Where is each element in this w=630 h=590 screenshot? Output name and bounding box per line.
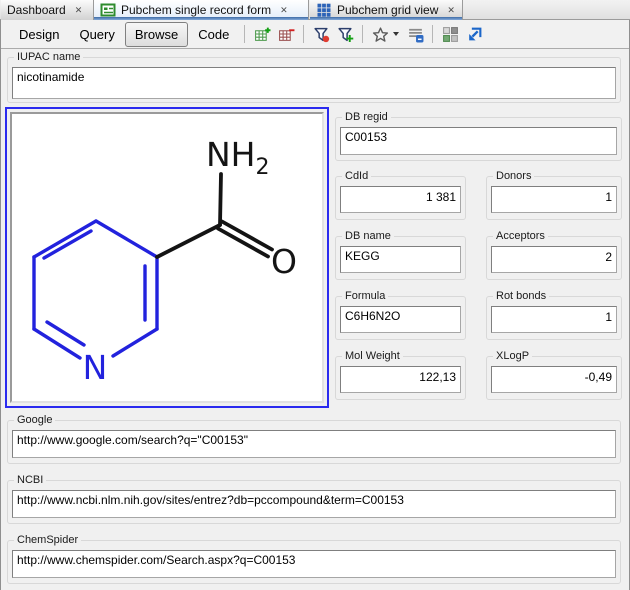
close-icon[interactable]: ✕: [280, 6, 288, 15]
db-name-field[interactable]: KEGG: [340, 246, 461, 273]
chemspider-url-field[interactable]: http://www.chemspider.com/Search.aspx?q=…: [12, 550, 616, 578]
add-row-icon: [254, 26, 271, 43]
group-formula: Formula C6H6N2O: [335, 296, 466, 340]
field-label: DB regid: [342, 111, 391, 124]
donors-field[interactable]: 1: [491, 186, 617, 213]
google-url-field[interactable]: http://www.google.com/search?q="C00153": [12, 430, 616, 458]
structure-canvas[interactable]: N O NH2: [10, 112, 324, 403]
group-mol-weight: Mol Weight 122,13: [335, 356, 466, 400]
group-donors: Donors 1: [486, 176, 622, 220]
fields-list-button[interactable]: [403, 22, 427, 46]
toolbar-separator: [303, 25, 304, 43]
group-rot-bonds: Rot bonds 1: [486, 296, 622, 340]
formula-field[interactable]: C6H6N2O: [340, 306, 461, 333]
filter-button[interactable]: [309, 22, 333, 46]
amine-label: NH2: [206, 135, 270, 180]
ring-nitrogen-label: N: [83, 348, 108, 387]
pyridine-ring: [34, 221, 157, 358]
form-icon: [100, 2, 116, 18]
close-icon[interactable]: ✕: [447, 6, 455, 15]
molecule-structure: N O NH2: [12, 114, 322, 401]
add-row-button[interactable]: [250, 22, 274, 46]
field-label: CdId: [342, 170, 371, 183]
export-window-button[interactable]: [462, 22, 486, 46]
field-label: IUPAC name: [14, 51, 83, 64]
group-db-regid: DB regid C00153: [335, 117, 622, 161]
field-label: Formula: [342, 290, 388, 303]
structure-panel[interactable]: N O NH2: [5, 107, 329, 408]
field-label: DB name: [342, 230, 394, 243]
toolbar-separator: [432, 25, 433, 43]
field-label: XLogP: [493, 350, 532, 363]
tab-label: Pubchem single record form: [121, 3, 271, 17]
field-label: Rot bonds: [493, 290, 549, 303]
cdid-field[interactable]: 1 381: [340, 186, 461, 213]
filter-icon: [313, 26, 330, 43]
toolbar-separator: [244, 25, 245, 43]
export-window-icon: [466, 26, 483, 43]
fields-list-icon: [407, 26, 424, 43]
field-label: ChemSpider: [14, 534, 81, 547]
tab-dashboard[interactable]: Dashboard ✕: [1, 0, 94, 20]
close-icon[interactable]: ✕: [75, 6, 83, 15]
toolbar-separator: [362, 25, 363, 43]
ncbi-url-field[interactable]: http://www.ncbi.nlm.nih.gov/sites/entrez…: [12, 490, 616, 518]
design-mode-button[interactable]: Design: [9, 22, 69, 47]
group-google: Google http://www.google.com/search?q="C…: [7, 420, 621, 464]
oxygen-label: O: [271, 242, 297, 281]
grid-view-icon: [316, 2, 332, 18]
iupac-name-field[interactable]: nicotinamide: [12, 67, 616, 99]
tab-pubchem-single-record-form[interactable]: Pubchem single record form ✕: [94, 0, 309, 20]
query-mode-button[interactable]: Query: [69, 22, 124, 47]
tab-label: Pubchem grid view: [337, 3, 438, 17]
mol-weight-field[interactable]: 122,13: [340, 366, 461, 393]
browse-mode-button[interactable]: Browse: [125, 22, 188, 47]
acceptors-field[interactable]: 2: [491, 246, 617, 273]
tab-pubchem-grid-view[interactable]: Pubchem grid view ✕: [310, 0, 463, 20]
favorites-button[interactable]: [368, 22, 392, 46]
group-ncbi: NCBI http://www.ncbi.nlm.nih.gov/sites/e…: [7, 480, 621, 524]
toolbar: Design Query Browse Code: [1, 20, 629, 49]
code-mode-button[interactable]: Code: [188, 22, 239, 47]
field-label: Acceptors: [493, 230, 548, 243]
rot-bonds-field[interactable]: 1: [491, 306, 617, 333]
views-button[interactable]: [438, 22, 462, 46]
dropdown-caret-icon[interactable]: [393, 32, 399, 36]
remove-row-icon: [278, 26, 295, 43]
group-chemspider: ChemSpider http://www.chemspider.com/Sea…: [7, 540, 621, 584]
app-window: Dashboard ✕ Pubchem single record form ✕: [0, 0, 630, 590]
tab-bar: Dashboard ✕ Pubchem single record form ✕: [0, 0, 630, 20]
filter-add-button[interactable]: [333, 22, 357, 46]
xlogp-field[interactable]: -0,49: [491, 366, 617, 393]
remove-row-button[interactable]: [274, 22, 298, 46]
filter-add-icon: [337, 26, 354, 43]
field-label: Donors: [493, 170, 534, 183]
group-acceptors: Acceptors 2: [486, 236, 622, 280]
views-icon: [442, 26, 459, 43]
field-label: NCBI: [14, 474, 46, 487]
field-label: Mol Weight: [342, 350, 403, 363]
group-iupac-name: IUPAC name nicotinamide: [7, 57, 621, 103]
group-cdid: CdId 1 381: [335, 176, 466, 220]
amide-group: [157, 174, 272, 257]
db-regid-field[interactable]: C00153: [340, 127, 617, 155]
favorites-star-icon: [372, 26, 389, 43]
field-label: Google: [14, 414, 55, 427]
group-db-name: DB name KEGG: [335, 236, 466, 280]
tab-label: Dashboard: [7, 3, 66, 17]
group-xlogp: XLogP -0,49: [486, 356, 622, 400]
